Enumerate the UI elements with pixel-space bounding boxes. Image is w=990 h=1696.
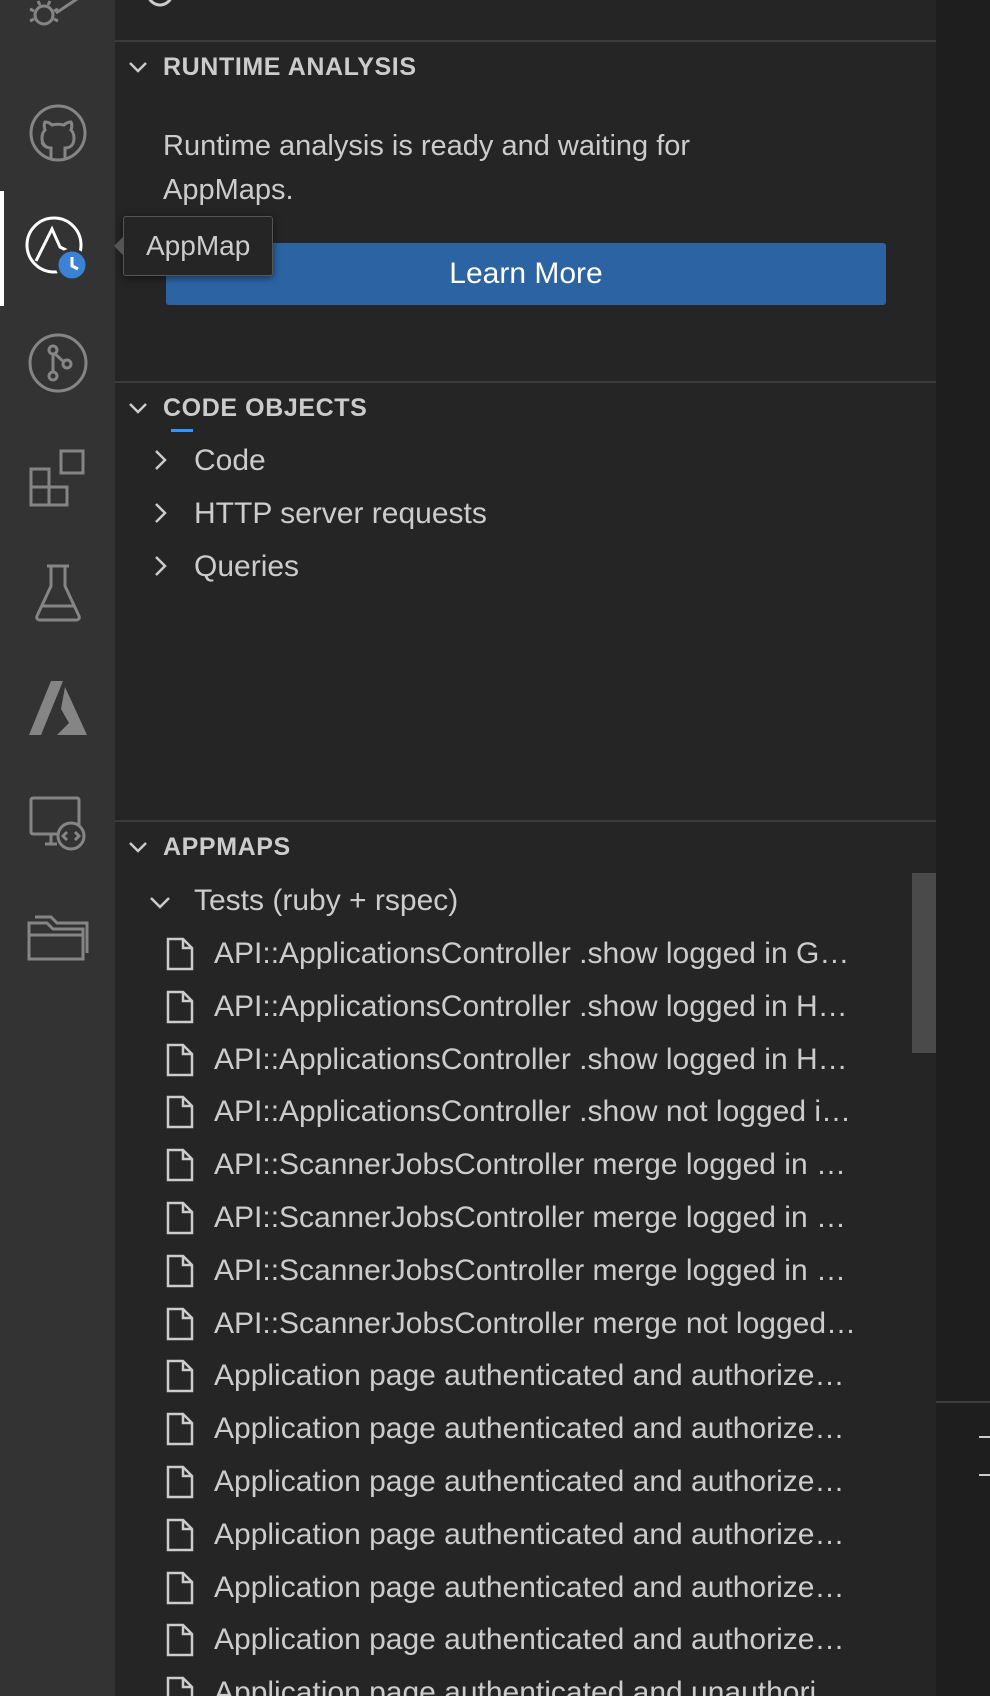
appmaps-header[interactable]: APPMAPS xyxy=(115,820,936,872)
activity-bar xyxy=(0,0,115,1696)
appmap-file-label: API::ScannerJobsController merge logged … xyxy=(214,1201,846,1234)
file-icon xyxy=(165,1201,195,1243)
appmap-file-item[interactable]: Application page authenticated and autho… xyxy=(115,1613,936,1666)
appmap-file-item[interactable]: API::ScannerJobsController merge logged … xyxy=(115,1138,936,1191)
chevron-down-icon xyxy=(127,56,149,83)
activity-testing[interactable] xyxy=(0,535,115,650)
tree-group-tests[interactable]: Tests (ruby + rspec) xyxy=(115,874,936,927)
remote-explorer-icon xyxy=(27,792,89,854)
tree-item-code[interactable]: Code xyxy=(115,434,936,487)
appmap-file-item[interactable]: API::ApplicationsController .show not lo… xyxy=(115,1085,936,1138)
appmap-file-item[interactable]: Application page authenticated and autho… xyxy=(115,1508,936,1561)
scrollbar-thumb[interactable] xyxy=(912,873,936,1053)
file-icon xyxy=(165,937,195,979)
tree-item-label: Queries xyxy=(194,550,300,583)
github-icon xyxy=(27,102,89,164)
file-icon xyxy=(165,1254,195,1296)
file-icon xyxy=(165,1307,195,1349)
chevron-down-icon xyxy=(127,836,149,863)
focus-indicator xyxy=(171,429,193,432)
activity-extensions[interactable] xyxy=(0,420,115,535)
appmap-file-label: Application page authenticated and autho… xyxy=(214,1623,845,1656)
code-objects-title: CODE OBJECTS xyxy=(163,393,368,422)
appmap-file-item[interactable]: Application page authenticated and unaut… xyxy=(115,1666,936,1696)
file-icon xyxy=(165,1359,195,1401)
divider xyxy=(979,1474,990,1476)
chevron-right-icon xyxy=(149,500,171,534)
appmap-file-label: API::ApplicationsController .show not lo… xyxy=(214,1095,852,1128)
run-debug-icon xyxy=(26,0,90,35)
appmap-file-item[interactable]: API::ScannerJobsController merge logged … xyxy=(115,1244,936,1297)
appmap-tooltip: AppMap xyxy=(113,216,274,276)
tree-item-http-server-requests[interactable]: HTTP server requests xyxy=(115,487,936,540)
file-icon xyxy=(165,1148,195,1190)
appmap-file-item[interactable]: API::ScannerJobsController merge logged … xyxy=(115,1191,936,1244)
appmap-file-item[interactable]: API::ApplicationsController .show logged… xyxy=(115,1033,936,1086)
activity-run-debug[interactable] xyxy=(0,0,115,60)
azure-icon xyxy=(27,677,89,739)
tree-item-label: HTTP server requests xyxy=(194,497,487,530)
appmap-file-label: Application page authenticated and autho… xyxy=(214,1518,845,1551)
appmap-file-item[interactable]: API::ScannerJobsController merge not log… xyxy=(115,1297,936,1350)
learn-more-button[interactable]: Learn More xyxy=(166,243,886,305)
activity-appmap[interactable] xyxy=(0,191,115,306)
divider xyxy=(936,1401,990,1403)
runtime-analysis-header[interactable]: RUNTIME ANALYSIS xyxy=(115,40,936,92)
appmap-icon xyxy=(22,213,94,285)
runtime-analysis-title: RUNTIME ANALYSIS xyxy=(163,52,417,81)
file-icon xyxy=(165,1623,195,1665)
partial-row-icon xyxy=(145,0,175,13)
appmap-file-label: API::ScannerJobsController merge logged … xyxy=(214,1148,846,1181)
appmap-file-label: Application page authenticated and autho… xyxy=(214,1465,845,1498)
appmap-file-item[interactable]: API::ApplicationsController .show logged… xyxy=(115,927,936,980)
chevron-right-icon xyxy=(149,553,171,587)
file-icon xyxy=(165,1571,195,1613)
extensions-icon xyxy=(27,447,89,509)
appmap-file-item[interactable]: Application page authenticated and autho… xyxy=(115,1349,936,1402)
appmap-file-item[interactable]: Application page authenticated and autho… xyxy=(115,1455,936,1508)
runtime-analysis-message: Runtime analysis is ready and waiting fo… xyxy=(163,130,691,206)
appmaps-title: APPMAPS xyxy=(163,832,291,861)
appmap-file-item[interactable]: Application page authenticated and autho… xyxy=(115,1402,936,1455)
appmap-file-label: API::ApplicationsController .show logged… xyxy=(214,1043,848,1076)
appmap-file-label: Application page authenticated and autho… xyxy=(214,1571,845,1604)
code-objects-header[interactable]: CODE OBJECTS xyxy=(115,381,936,433)
tree-item-queries[interactable]: Queries xyxy=(115,540,936,593)
appmap-file-item[interactable]: Application page authenticated and autho… xyxy=(115,1561,936,1614)
chevron-right-icon xyxy=(149,447,171,481)
file-icon xyxy=(165,1676,195,1696)
testing-icon xyxy=(27,562,89,624)
appmap-file-label: Application page authenticated and autho… xyxy=(214,1359,845,1392)
appmap-file-label: API::ScannerJobsController merge logged … xyxy=(214,1254,846,1287)
activity-github[interactable] xyxy=(0,75,115,190)
activity-remote-explorer[interactable] xyxy=(0,765,115,880)
chevron-down-icon xyxy=(127,397,149,424)
editor-edge xyxy=(936,0,990,1696)
file-icon xyxy=(165,990,195,1032)
vscode-window: AppMap RUNTIME ANALYSIS Runtime analysis… xyxy=(0,0,990,1696)
appmap-file-label: Application page authenticated and unaut… xyxy=(214,1676,847,1696)
appmap-file-label: API::ApplicationsController .show logged… xyxy=(214,990,848,1023)
file-icon xyxy=(165,1518,195,1560)
file-icon xyxy=(165,1412,195,1454)
activity-folders[interactable] xyxy=(0,880,115,995)
file-icon xyxy=(165,1095,195,1137)
activity-azure[interactable] xyxy=(0,650,115,765)
appmap-file-label: Application page authenticated and autho… xyxy=(214,1412,845,1445)
file-icon xyxy=(165,1043,195,1085)
tree-group-label: Tests (ruby + rspec) xyxy=(194,884,459,917)
appmap-file-label: API::ApplicationsController .show logged… xyxy=(214,937,850,970)
appmap-file-item[interactable]: API::ApplicationsController .show logged… xyxy=(115,980,936,1033)
divider xyxy=(979,1436,990,1438)
source-control-icon xyxy=(27,332,89,394)
activity-source-control[interactable] xyxy=(0,305,115,420)
file-icon xyxy=(165,1465,195,1507)
appmap-file-label: API::ScannerJobsController merge not log… xyxy=(214,1307,857,1340)
chevron-down-icon xyxy=(147,888,173,922)
folders-icon xyxy=(27,907,89,969)
tree-item-label: Code xyxy=(194,444,266,477)
